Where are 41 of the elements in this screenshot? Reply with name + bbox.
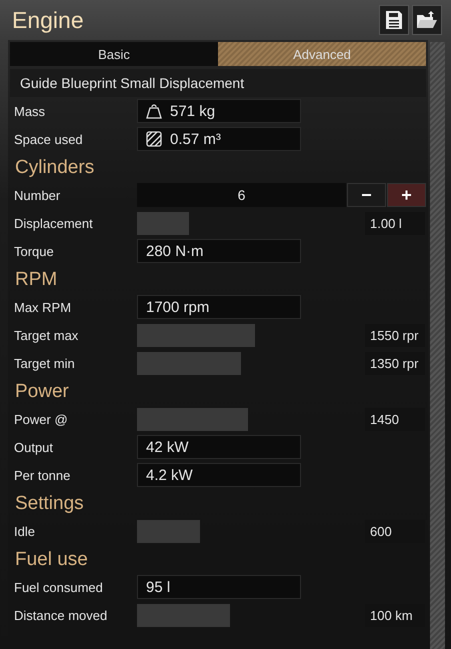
- number-display: 6: [137, 183, 346, 207]
- field-label: Target max: [13, 328, 80, 342]
- decrement-button[interactable]: −: [347, 183, 386, 207]
- field-label: Max RPM: [13, 300, 72, 314]
- value-display: 95 l: [137, 575, 301, 599]
- value-display: 1.00 l: [365, 212, 425, 234]
- weight-icon: [146, 103, 162, 119]
- hatched-square-icon: [146, 131, 162, 147]
- value-display: 42 kW: [137, 435, 301, 459]
- window-title: Engine: [12, 6, 84, 34]
- value-display: 0.57 m³: [137, 127, 301, 151]
- section-heading: Fuel use: [14, 548, 89, 572]
- section-heading: Cylinders: [14, 156, 96, 180]
- field-label: Output: [13, 440, 54, 454]
- value-display: 1700 rpm: [137, 295, 301, 319]
- increment-button[interactable]: +: [387, 183, 426, 207]
- field-label: Space used: [13, 132, 84, 146]
- field-label: Target min: [13, 356, 76, 370]
- folder-icon: [416, 10, 438, 30]
- value-display: 571 kg: [137, 99, 301, 123]
- section-heading: RPM: [14, 268, 58, 292]
- value-display: 1350 rpr: [365, 352, 425, 374]
- open-folder-button[interactable]: [412, 5, 442, 35]
- scrollbar[interactable]: [430, 42, 445, 649]
- section-heading: Settings: [14, 492, 85, 516]
- tab[interactable]: Basic: [10, 42, 218, 66]
- section-heading: Power: [14, 380, 70, 404]
- value-display: 1550 rpr: [365, 324, 425, 346]
- field-label: Torque: [13, 244, 55, 258]
- value-display: 4.2 kW: [137, 463, 301, 487]
- save-button[interactable]: [379, 5, 409, 35]
- field-label: Displacement: [13, 216, 94, 230]
- field-label: Number: [13, 188, 62, 202]
- field-label: Distance moved: [13, 608, 108, 622]
- field-label: Idle: [13, 524, 36, 538]
- value-display: 280 N·m: [137, 239, 301, 263]
- blueprint-name: Guide Blueprint Small Displacement: [10, 69, 426, 97]
- field-label: Mass: [13, 104, 46, 118]
- field-label: Power @: [13, 412, 69, 426]
- field-label: Per tonne: [13, 468, 72, 482]
- field-label: Fuel consumed: [13, 580, 104, 594]
